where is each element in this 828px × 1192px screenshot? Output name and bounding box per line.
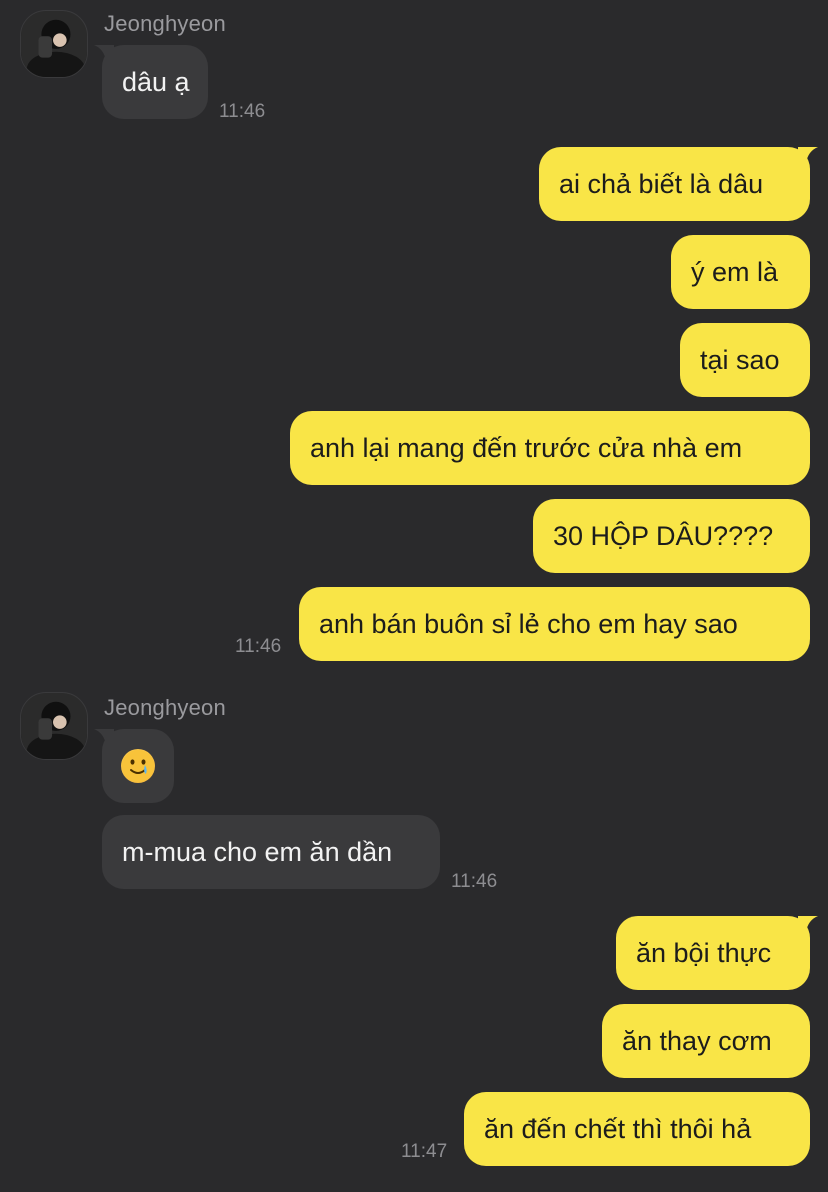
message-timestamp: 11:47 [401,1141,448,1162]
message-timestamp: 11:46 [451,871,498,892]
message-text: tại sao [700,344,780,375]
message-text: ăn bội thực [636,937,772,968]
message-text: ý em là [691,256,779,287]
message-bubble-outgoing[interactable]: ai chả biết là dâu [539,147,810,221]
sender-avatar[interactable] [20,10,88,78]
bubble-tail-icon [798,916,818,932]
message-text: ăn đến chết thì thôi hả [484,1113,752,1144]
sender-name: Jeonghyeon [104,695,226,720]
message-text: m-mua cho em ăn dần [122,836,393,867]
message-bubble-outgoing[interactable]: ý em là [671,235,810,309]
message-text: anh bán buôn sỉ lẻ cho em hay sao [319,608,738,639]
bubble-tail-icon [94,729,114,745]
message-bubble-incoming[interactable]: m-mua cho em ăn dần [102,815,440,889]
message-bubble-outgoing[interactable]: ăn đến chết thì thôi hả [464,1092,810,1166]
message-bubble-outgoing[interactable]: ăn thay cơm [602,1004,810,1078]
sender-avatar[interactable] [20,692,88,760]
message-bubble-outgoing[interactable]: tại sao [680,323,810,397]
message-text: 30 HỘP DÂU???? [553,520,774,551]
message-bubble-outgoing[interactable]: 30 HỘP DÂU???? [533,499,810,573]
message-text: ăn thay cơm [622,1025,772,1056]
message-text: dâu ạ [122,66,190,97]
bubble-tail-icon [94,45,114,61]
message-bubble-outgoing[interactable]: anh lại mang đến trước cửa nhà em [290,411,810,485]
message-text: anh lại mang đến trước cửa nhà em [310,432,743,463]
message-bubble-outgoing[interactable]: anh bán buôn sỉ lẻ cho em hay sao [299,587,810,661]
message-timestamp: 11:46 [235,636,282,657]
message-timestamp: 11:46 [219,101,266,122]
crying-smile-emoji-icon [121,749,155,783]
message-text: ai chả biết là dâu [559,168,764,199]
message-bubble-outgoing[interactable]: ăn bội thực [616,916,810,990]
message-bubble-incoming[interactable]: dâu ạ [102,45,208,119]
sender-name: Jeonghyeon [104,11,226,36]
bubble-tail-icon [798,147,818,163]
